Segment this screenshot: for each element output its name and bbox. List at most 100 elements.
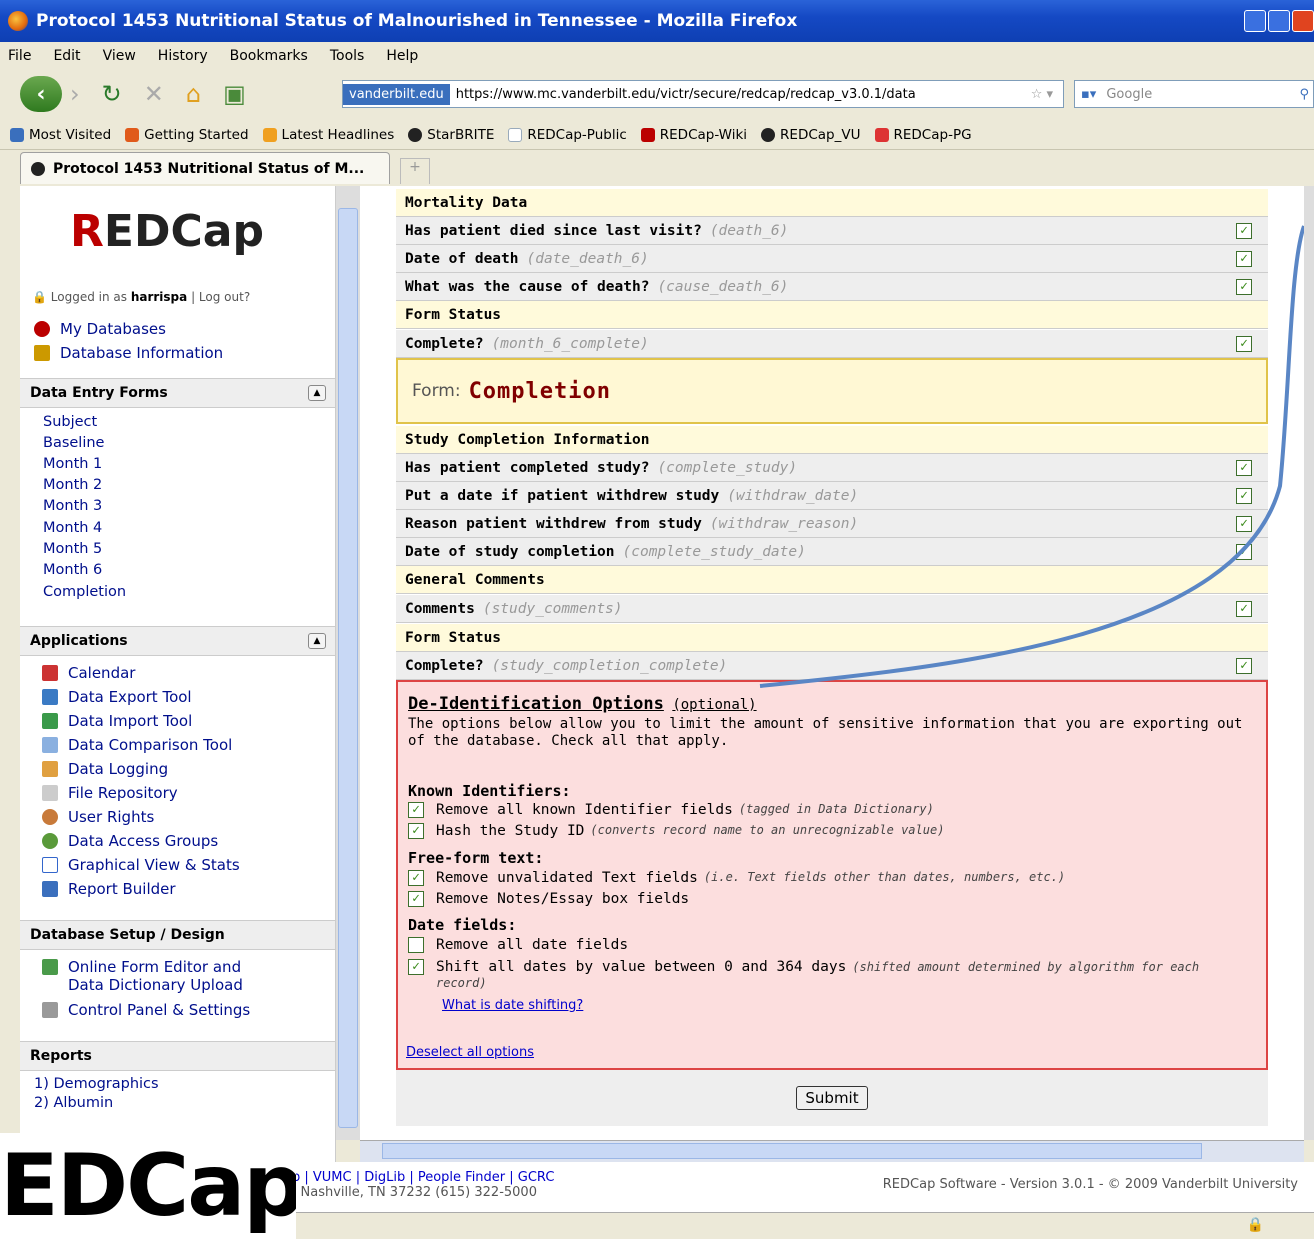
remove-dates-option[interactable]: Remove all date fields — [408, 937, 628, 953]
star-icon[interactable]: ☆ ▾ — [1031, 87, 1053, 102]
forward-icon[interactable]: › — [70, 80, 80, 108]
section-header: Form Status — [396, 624, 1268, 652]
remove-notes-option[interactable]: ✓ Remove Notes/Essay box fields — [408, 891, 689, 907]
database-info-link[interactable]: Database Information — [34, 344, 223, 362]
bookmark-redcap-vu[interactable]: REDCap_VU — [761, 127, 861, 143]
sidebar-scrollbar[interactable] — [336, 186, 360, 1140]
form-link[interactable]: Month 4 — [43, 520, 102, 536]
bookmark-getting-started[interactable]: Getting Started — [125, 127, 249, 143]
checkbox[interactable]: ✓ — [408, 870, 424, 886]
app-graphical-view[interactable]: Graphical View & Stats — [42, 856, 240, 874]
form-link[interactable]: Month 5 — [43, 541, 102, 557]
bookmark-redcap-pg[interactable]: REDCap-PG — [874, 127, 972, 143]
app-user-rights[interactable]: User Rights — [42, 808, 154, 826]
menu-history[interactable]: History — [158, 48, 208, 64]
new-tab-button[interactable]: + — [400, 158, 430, 184]
remove-text-fields-option[interactable]: ✓ Remove unvalidated Text fields (i.e. Tex… — [408, 870, 1065, 886]
home-icon[interactable]: ⌂ — [186, 80, 201, 108]
checkbox[interactable]: ✓ — [408, 891, 424, 907]
deid-description: The options below allow you to limit the… — [408, 716, 1243, 749]
data-dictionary-upload-link[interactable]: Data Dictionary Upload — [68, 976, 243, 994]
scroll-thumb[interactable] — [382, 1143, 1202, 1159]
app-data-access-groups[interactable]: Data Access Groups — [42, 832, 218, 850]
redcap-logo: REDCap — [70, 206, 264, 257]
checkbox[interactable] — [408, 937, 424, 953]
app-report-builder[interactable]: Report Builder — [42, 880, 176, 898]
back-button[interactable]: ‹ — [20, 76, 62, 112]
field-checkbox[interactable]: ✓ — [1236, 251, 1252, 267]
collapse-icon[interactable]: ▲ — [308, 633, 326, 649]
field-checkbox[interactable]: ✓ — [1236, 658, 1252, 674]
form-link[interactable]: Month 1 — [43, 456, 102, 472]
field-checkbox[interactable]: ✓ — [1236, 601, 1252, 617]
shift-dates-option[interactable]: ✓ Shift all dates by value between 0 and … — [408, 959, 1248, 991]
form-link[interactable]: Completion — [43, 584, 126, 600]
app-file-repository[interactable]: File Repository — [42, 784, 178, 802]
checkbox[interactable]: ✓ — [408, 959, 424, 975]
field-checkbox[interactable]: ✓ — [1236, 460, 1252, 476]
online-form-editor-link[interactable]: Online Form Editor and — [42, 958, 241, 976]
menu-help[interactable]: Help — [386, 48, 418, 64]
app-calendar[interactable]: Calendar — [42, 664, 135, 682]
deidentification-panel: De-Identification Options (optional) The… — [396, 680, 1268, 1070]
app-data-export[interactable]: Data Export Tool — [42, 688, 192, 706]
field-row: Has patient died since last visit? (death… — [396, 217, 1268, 245]
tab-protocol[interactable]: Protocol 1453 Nutritional Status of M... — [20, 152, 390, 184]
footer-links[interactable]: ap | VUMC | DigLib | People Finder | GCR… — [284, 1170, 554, 1185]
url-text[interactable]: https://www.mc.vanderbilt.edu/victr/secu… — [456, 87, 916, 102]
field-checkbox[interactable]: ✓ — [1236, 223, 1252, 239]
app-data-logging[interactable]: Data Logging — [42, 760, 168, 778]
app-data-import[interactable]: Data Import Tool — [42, 712, 192, 730]
field-checkbox[interactable]: ✓ — [1236, 336, 1252, 352]
bookmark-redcap-wiki[interactable]: REDCap-Wiki — [640, 127, 747, 143]
form-link[interactable]: Month 2 — [43, 477, 102, 493]
form-link[interactable]: Baseline — [43, 435, 104, 451]
remove-identifiers-option[interactable]: ✓ Remove all known Identifier fields (tagg… — [408, 802, 934, 818]
logging-icon — [42, 761, 58, 777]
horizontal-scrollbar[interactable] — [360, 1140, 1304, 1162]
stop-icon[interactable]: ✕ — [144, 80, 164, 108]
field-checkbox[interactable]: ✓ — [1236, 544, 1252, 560]
menu-tools[interactable]: Tools — [330, 48, 365, 64]
what-is-date-shifting-link[interactable]: What is date shifting? — [442, 998, 583, 1013]
menu-file[interactable]: File — [8, 48, 31, 64]
collapse-icon[interactable]: ▲ — [308, 385, 326, 401]
checkbox[interactable]: ✓ — [408, 802, 424, 818]
url-bar[interactable]: vanderbilt.edu https://www.mc.vanderbilt… — [342, 80, 1064, 108]
control-panel-link[interactable]: Control Panel & Settings — [42, 1001, 250, 1019]
deselect-all-link[interactable]: Deselect all options — [406, 1045, 534, 1060]
bookmark-latest-headlines[interactable]: Latest Headlines — [262, 127, 394, 143]
menu-view[interactable]: View — [103, 48, 136, 64]
form-link[interactable]: Month 3 — [43, 498, 102, 514]
hash-study-id-option[interactable]: ✓ Hash the Study ID (converts record name … — [408, 823, 944, 839]
menu-edit[interactable]: Edit — [53, 48, 80, 64]
search-icon[interactable]: ⚲ — [1299, 87, 1309, 102]
checkbox[interactable]: ✓ — [408, 823, 424, 839]
my-databases-link[interactable]: My Databases — [34, 320, 166, 338]
scroll-thumb[interactable] — [338, 208, 358, 1128]
report-link[interactable]: 2) Albumin — [34, 1095, 113, 1111]
app-data-comparison[interactable]: Data Comparison Tool — [42, 736, 232, 754]
bookmark-most-visited[interactable]: Most Visited — [10, 127, 111, 143]
bookmark-add-icon[interactable]: ▣ — [223, 80, 246, 108]
submit-button[interactable]: Submit — [796, 1086, 868, 1110]
field-row: Date of death (date_death_6) ✓ — [396, 245, 1268, 273]
search-input[interactable]: ▪▾ Google ⚲ — [1074, 80, 1314, 108]
field-checkbox[interactable]: ✓ — [1236, 488, 1252, 504]
report-link[interactable]: 1) Demographics — [34, 1076, 159, 1092]
reload-icon[interactable]: ↻ — [102, 80, 122, 108]
field-checkbox[interactable]: ✓ — [1236, 279, 1252, 295]
bookmark-starbrite[interactable]: StarBRITE — [408, 127, 494, 143]
form-link[interactable]: Month 6 — [43, 562, 102, 578]
main-scrollbar[interactable] — [1304, 186, 1314, 1140]
bookmark-redcap-public[interactable]: REDCap-Public — [508, 127, 627, 143]
minimize-button[interactable] — [1244, 10, 1266, 32]
form-link[interactable]: Subject — [43, 414, 97, 430]
site-identity-badge[interactable]: vanderbilt.edu — [343, 83, 450, 105]
menu-bookmarks[interactable]: Bookmarks — [230, 48, 308, 64]
logout-link[interactable]: Log out? — [199, 290, 250, 304]
field-checkbox[interactable]: ✓ — [1236, 516, 1252, 532]
section-header: General Comments — [396, 566, 1268, 594]
maximize-button[interactable] — [1268, 10, 1290, 32]
close-button[interactable] — [1292, 10, 1314, 32]
